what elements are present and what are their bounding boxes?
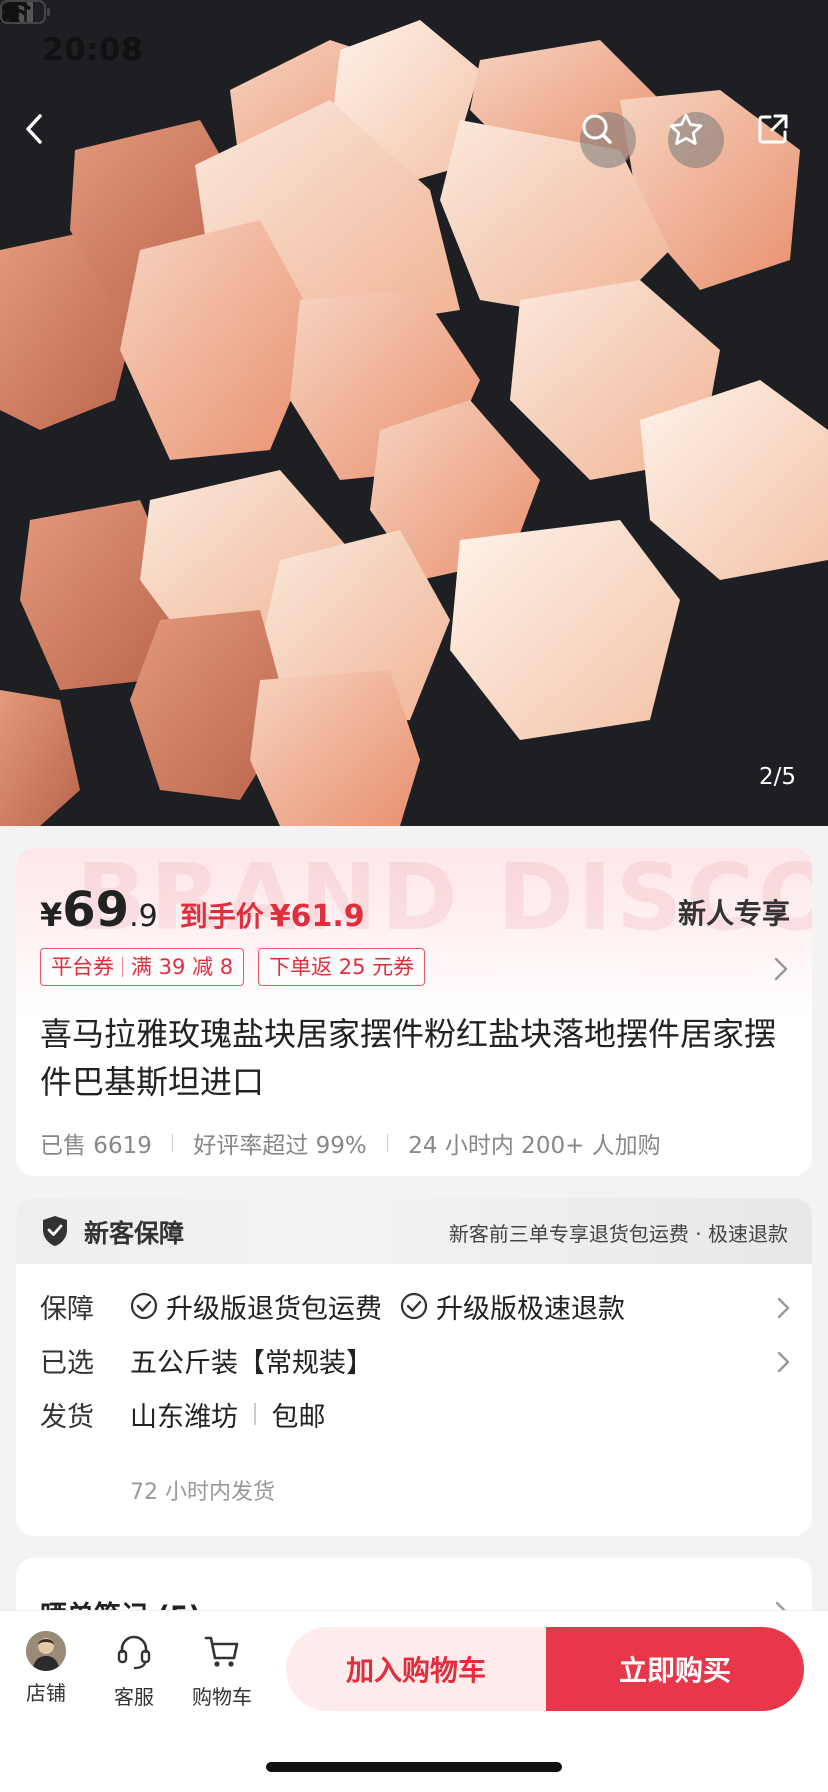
selected-label: 已选: [40, 1347, 94, 1379]
chevron-right-icon: [777, 1297, 790, 1319]
chevron-right-icon: [777, 1351, 790, 1373]
cart-adds: 24 小时内 200+ 人加购: [408, 1133, 661, 1159]
home-indicator: [266, 1762, 562, 1772]
sold-count: 已售 6619: [40, 1133, 152, 1159]
final-price-label: 到手价: [179, 900, 264, 933]
shipping-origin: 山东潍坊: [130, 1401, 238, 1433]
coupon-row[interactable]: 平台券 满 39 减 8 下单返 25 元券: [40, 948, 426, 986]
store-label: 店铺: [26, 1681, 66, 1705]
protection-row[interactable]: 保障 升级版退货包运费 升级版极速退款: [40, 1286, 792, 1326]
check-circle-icon: [400, 1292, 428, 1320]
check-circle-icon: [130, 1292, 158, 1320]
store-logo-icon: [26, 1631, 66, 1671]
store-button[interactable]: 店铺: [8, 1631, 84, 1706]
headset-icon: [117, 1635, 151, 1670]
product-image-gallery[interactable]: 20:08 2/5: [0, 0, 828, 826]
customer-service-button[interactable]: 客服: [96, 1631, 172, 1710]
new-user-tag: 新人专享: [677, 897, 790, 930]
rating-rate: 好评率超过 99%: [193, 1133, 367, 1159]
final-price: ¥61.9: [269, 899, 365, 934]
image-counter: 2/5: [758, 764, 796, 790]
store-avatar: [26, 1631, 66, 1671]
coupon-divider: [122, 957, 123, 977]
search-icon: [582, 114, 612, 144]
battery-icon: [0, 0, 50, 24]
shipping-label: 发货: [40, 1401, 94, 1433]
fast-refund-item: 升级版极速退款: [436, 1293, 625, 1325]
shipping-row: 发货 山东潍坊 包邮: [40, 1394, 792, 1434]
favorite-button[interactable]: [668, 112, 724, 168]
protection-label: 保障: [40, 1293, 94, 1325]
buy-now-button[interactable]: 立即购买: [546, 1627, 804, 1711]
product-page: 20:08 2/5 BRAND DISCO ¥ 69 .9 到手价 ¥61.9 …: [0, 0, 828, 1792]
shield-icon: [43, 1216, 67, 1246]
customer-service-label: 客服: [114, 1685, 154, 1709]
price-integer: 69: [62, 882, 130, 938]
star-icon: [669, 113, 703, 145]
return-shipping-item: 升级版退货包运费: [166, 1293, 382, 1325]
shipping-divider: [254, 1403, 256, 1425]
selected-spec-row[interactable]: 已选 五公斤装【常规装】: [40, 1340, 792, 1380]
selected-value: 五公斤装【常规装】: [130, 1347, 373, 1379]
cashback-coupon[interactable]: 下单返 25 元券: [258, 948, 426, 986]
cart-icon: [204, 1636, 239, 1667]
price-card: BRAND DISCOUNT ¥ 69 .9 到手价 ¥61.9 新人专享 平台…: [16, 848, 812, 1176]
guarantee-card: 新客保障 新客前三单专享退货包运费 · 极速退款 保障 升级版退货包运费 升级版…: [16, 1198, 812, 1536]
cart-button[interactable]: 购物车: [184, 1631, 260, 1710]
shipping-time: 72 小时内发货: [130, 1480, 275, 1505]
product-title: 喜马拉雅玫瑰盐块居家摆件粉红盐块落地摆件居家摆件巴基斯坦进口: [40, 1015, 777, 1101]
chevron-left-icon: [26, 114, 42, 144]
back-button[interactable]: [20, 112, 76, 168]
product-stats: 已售 6619 好评率超过 99% 24 小时内 200+ 人加购: [40, 1126, 661, 1160]
price-row: ¥ 69 .9 到手价 ¥61.9: [40, 882, 365, 942]
protection-items: 升级版退货包运费 升级版极速退款: [130, 1287, 625, 1326]
shipping-info: 山东潍坊 包邮: [130, 1395, 326, 1434]
share-icon: [758, 114, 788, 144]
platform-coupon[interactable]: 平台券 满 39 减 8: [40, 948, 245, 986]
share-button[interactable]: [756, 112, 812, 168]
currency-symbol: ¥: [40, 896, 63, 934]
guarantee-title: 新客保障: [84, 1219, 185, 1248]
cashback-coupon-label: 下单返 25 元券: [269, 954, 415, 979]
stats-divider: [171, 1134, 174, 1152]
guarantee-description: 新客前三单专享退货包运费 · 极速退款: [448, 1222, 788, 1246]
cart-label: 购物车: [192, 1685, 252, 1709]
platform-coupon-label: 平台券: [51, 954, 114, 979]
shipping-fee: 包邮: [271, 1401, 326, 1433]
chevron-right-icon[interactable]: [772, 956, 790, 982]
add-to-cart-button[interactable]: 加入购物车: [286, 1627, 546, 1711]
price-decimal: .9: [129, 899, 158, 934]
platform-coupon-rule: 满 39 减 8: [131, 954, 234, 979]
search-button[interactable]: [580, 112, 636, 168]
status-bar: 20:08: [0, 0, 828, 100]
stats-divider: [386, 1134, 389, 1152]
new-customer-guarantee-header[interactable]: 新客保障 新客前三单专享退货包运费 · 极速退款: [16, 1198, 812, 1264]
status-time: 20:08: [42, 32, 144, 68]
